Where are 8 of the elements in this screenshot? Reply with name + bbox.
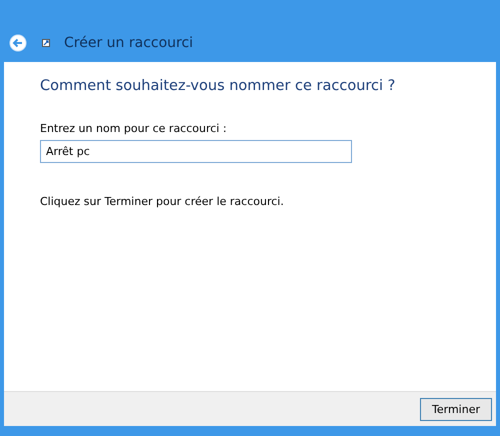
instruction-text: Cliquez sur Terminer pour créer le raccourci. — [40, 195, 284, 208]
wizard-heading: Comment souhaitez-vous nommer ce raccourci ? — [40, 78, 396, 94]
finish-button[interactable]: Terminer — [420, 398, 492, 420]
name-field[interactable]: Arrêt pc — [40, 140, 352, 163]
window-title: Créer un raccourci — [64, 35, 194, 51]
back-button[interactable] — [9, 34, 27, 52]
shortcut-icon — [42, 39, 50, 47]
field-label: Entrez un nom pour ce raccourci : — [40, 122, 227, 135]
